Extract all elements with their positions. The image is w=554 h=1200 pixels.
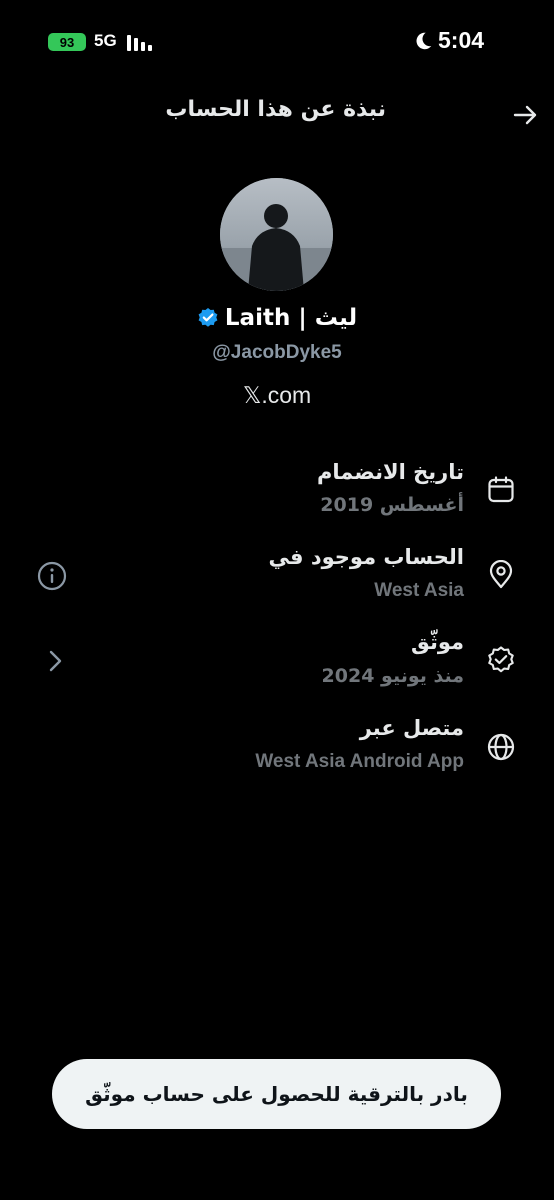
battery-level: 93 [59,34,75,50]
chevron-right-icon[interactable] [40,645,72,677]
status-time: 5:04 [438,27,485,53]
info-icon[interactable] [36,560,68,592]
verified-value: منذ يونيو 2024 [321,665,464,687]
joined-value: أغسطس 2019 [320,494,464,516]
battery-indicator: 93 [48,33,86,51]
avatar[interactable] [220,178,333,291]
upgrade-button-label: بادر بالترقية للحصول على حساب موثّق [85,1082,468,1106]
page-title: نبذة عن هذا الحساب [165,97,386,122]
upgrade-verified-button[interactable]: بادر بالترقية للحصول على حساب موثّق [52,1059,501,1129]
calendar-icon [488,476,514,503]
connected-value: West Asia Android App [255,751,464,772]
status-bar: 93 5G 5:04 [0,0,554,80]
avatar-image [220,178,333,291]
website-link[interactable]: 𝕏.com [0,382,554,409]
username-handle: @JacobDyke5 [212,342,342,363]
location-label: الحساب موجود في [268,545,464,569]
profile-name-row: Laith | ليث [0,305,554,331]
display-name: Laith | ليث [224,305,358,331]
location-pin-icon [489,560,513,589]
joined-label: تاريخ الانضمام [317,460,464,484]
do-not-disturb-moon-icon [416,32,432,50]
location-value: West Asia [374,580,464,601]
connected-label: متصل عبر [359,716,464,740]
signal-strength-icon [127,35,152,51]
verified-badge-icon [198,308,218,327]
back-button[interactable] [510,100,542,130]
verified-label: موثّق [411,630,464,654]
network-type: 5G [94,31,117,50]
verified-check-icon [488,646,514,673]
arrow-right-icon [513,105,537,125]
globe-icon [487,733,515,761]
